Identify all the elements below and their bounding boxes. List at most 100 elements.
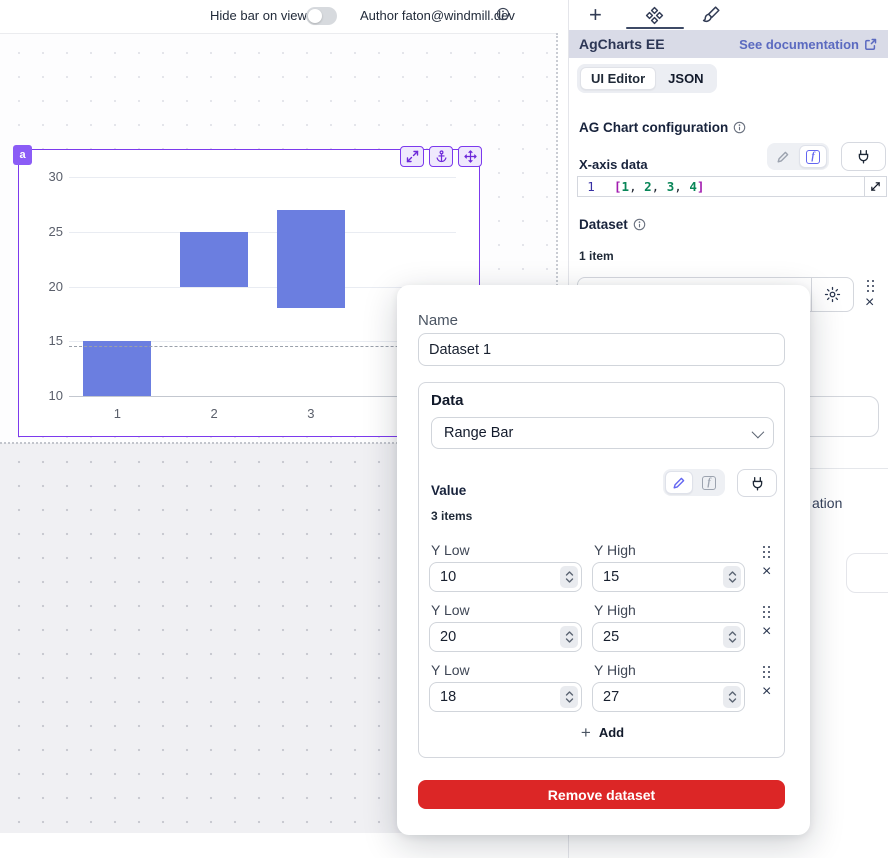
y-low-input[interactable]: 20: [429, 622, 582, 652]
hidden-box-fragment: [846, 553, 888, 593]
gridline: [69, 232, 456, 233]
number-stepper[interactable]: [560, 626, 578, 648]
external-link-icon: [864, 38, 877, 51]
y-high-input[interactable]: 25: [592, 622, 745, 652]
input-value: 27: [603, 689, 619, 705]
info-icon[interactable]: [496, 7, 510, 21]
style-tab[interactable]: [702, 5, 721, 24]
name-label: Name: [418, 312, 458, 329]
component-header: AgCharts EE See documentation: [569, 30, 888, 58]
expand-component-button[interactable]: [400, 146, 424, 167]
code-content: [1, 2, 3, 4]: [604, 179, 704, 194]
x-axis-tick-label: 3: [291, 406, 331, 421]
author-label: Author faton@windmill.dev: [360, 8, 515, 23]
number-stepper[interactable]: [723, 686, 741, 708]
drag-handle-icon[interactable]: [763, 606, 765, 608]
input-value: 10: [440, 569, 456, 585]
component-settings-tab[interactable]: [645, 6, 664, 25]
dataset-modal: Name Dataset 1 Data Range Bar Value f: [397, 285, 810, 835]
add-item-button[interactable]: + Add: [419, 725, 786, 740]
paintbrush-icon: [702, 5, 721, 24]
move-icon: [464, 150, 477, 163]
static-mode-button[interactable]: [769, 145, 797, 168]
function-icon: f: [806, 150, 820, 164]
dataset-name-input[interactable]: Dataset 1: [418, 333, 785, 366]
remove-row-icon[interactable]: ×: [762, 564, 771, 580]
code-token: ,: [629, 179, 644, 194]
gear-icon: [824, 286, 841, 303]
anchor-component-button[interactable]: [429, 146, 453, 167]
x-axis-tick-label: 2: [194, 406, 234, 421]
gridline: [69, 177, 456, 178]
range-bar[interactable]: [277, 210, 345, 309]
remove-row-icon[interactable]: ×: [762, 684, 771, 700]
xaxis-connect-button[interactable]: [841, 142, 886, 171]
hide-bar-toggle[interactable]: [306, 7, 337, 25]
components-icon: [645, 6, 664, 25]
input-value: 18: [440, 689, 456, 705]
code-token: ]: [697, 179, 705, 194]
info-icon[interactable]: [633, 218, 646, 231]
xaxis-data-label: X-axis data: [579, 157, 648, 172]
y-high-label: Y High: [594, 542, 636, 558]
y-axis-tick-label: 10: [33, 388, 63, 403]
tab-ui-editor[interactable]: UI Editor: [580, 67, 656, 90]
config-section-title: AG Chart configuration: [579, 120, 746, 135]
remove-row-icon[interactable]: ×: [762, 624, 771, 640]
input-value: 15: [603, 569, 619, 585]
toggle-knob: [308, 9, 322, 23]
y-axis-tick-label: 25: [33, 224, 63, 239]
add-component-tab[interactable]: +: [589, 4, 602, 26]
y-axis-tick-label: 30: [33, 169, 63, 184]
drag-handle-icon[interactable]: [763, 546, 765, 548]
drag-handle-icon[interactable]: [867, 280, 869, 282]
y-high-label: Y High: [594, 602, 636, 618]
remove-item-icon[interactable]: ×: [865, 295, 874, 311]
plus-icon: +: [581, 726, 591, 740]
dataset-settings-button[interactable]: [811, 278, 853, 311]
code-line-number: 1: [578, 179, 604, 194]
component-id-badge[interactable]: a: [13, 145, 32, 165]
xaxis-code-editor[interactable]: 1 [1, 2, 3, 4]: [577, 176, 887, 197]
plug-icon: [856, 149, 871, 164]
editor-mode-switch: UI Editor JSON: [577, 64, 717, 93]
y-low-input[interactable]: 10: [429, 562, 582, 592]
y-axis-tick-label: 20: [33, 279, 63, 294]
y-high-label: Y High: [594, 662, 636, 678]
pen-icon: [776, 150, 790, 164]
plus-icon: +: [589, 2, 602, 27]
see-documentation-link[interactable]: See documentation: [739, 37, 877, 52]
data-section: Data Range Bar Value f 3 items Y Lo: [418, 382, 785, 758]
number-stepper[interactable]: [723, 566, 741, 588]
drag-handle-icon[interactable]: [763, 666, 765, 668]
anchor-icon: [435, 150, 448, 163]
y-high-input[interactable]: 15: [592, 562, 745, 592]
code-token: [: [614, 179, 622, 194]
info-icon[interactable]: [733, 121, 746, 134]
range-bar[interactable]: [83, 341, 151, 396]
move-component-button[interactable]: [458, 146, 482, 167]
input-value: 20: [440, 629, 456, 645]
expression-mode-button[interactable]: f: [799, 145, 827, 168]
code-token: 4: [689, 179, 697, 194]
y-high-input[interactable]: 27: [592, 682, 745, 712]
y-low-label: Y Low: [431, 602, 470, 618]
arrows-out-icon: [406, 150, 419, 163]
y-low-input[interactable]: 18: [429, 682, 582, 712]
code-token: 1: [622, 179, 630, 194]
code-token: ,: [674, 179, 689, 194]
code-token: 2: [644, 179, 652, 194]
y-low-label: Y Low: [431, 542, 470, 558]
y-low-label: Y Low: [431, 662, 470, 678]
number-stepper[interactable]: [723, 626, 741, 648]
dataset-section-title: Dataset: [579, 217, 646, 232]
hidden-text-fragment: ation: [812, 495, 842, 511]
x-axis-tick-label: 1: [97, 406, 137, 421]
code-token: ,: [652, 179, 667, 194]
tab-json[interactable]: JSON: [658, 68, 713, 89]
number-stepper[interactable]: [560, 566, 578, 588]
expand-editor-button[interactable]: [864, 177, 886, 196]
range-bar[interactable]: [180, 232, 248, 287]
number-stepper[interactable]: [560, 686, 578, 708]
remove-dataset-button[interactable]: Remove dataset: [418, 780, 785, 809]
